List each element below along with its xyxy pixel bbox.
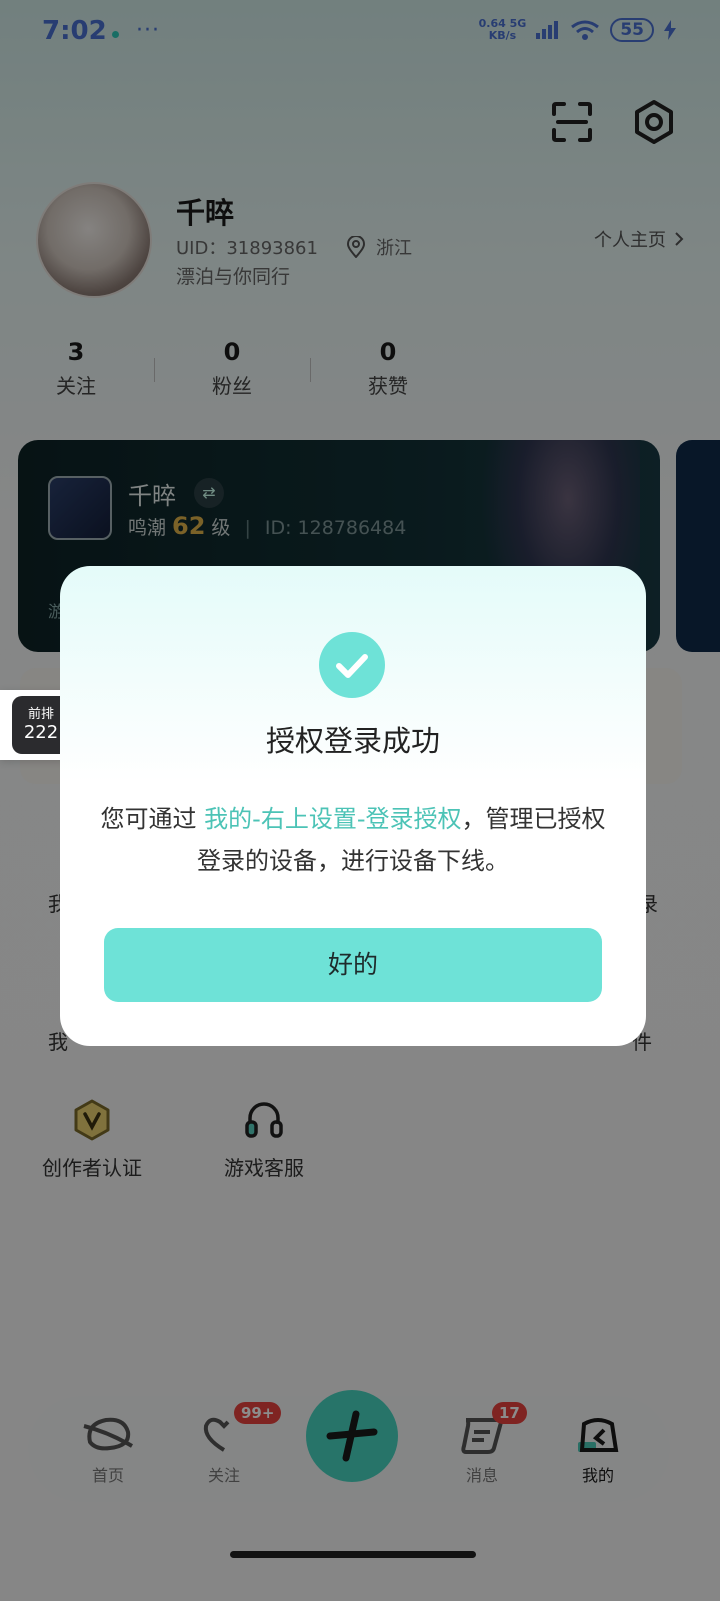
dialog-settings-link[interactable]: 我的-右上设置-登录授权 — [204, 805, 461, 833]
dialog-body: 您可通过 我的-右上设置-登录授权，管理已授权登录的设备，进行设备下线。 — [96, 798, 610, 882]
auth-success-dialog: 授权登录成功 您可通过 我的-右上设置-登录授权，管理已授权登录的设备，进行设备… — [60, 566, 646, 1046]
dialog-title: 授权登录成功 — [265, 724, 440, 758]
ok-button[interactable]: 好的 — [104, 928, 602, 1002]
dialog-body-prefix: 您可通过 — [100, 805, 205, 833]
success-check-icon — [319, 632, 385, 698]
